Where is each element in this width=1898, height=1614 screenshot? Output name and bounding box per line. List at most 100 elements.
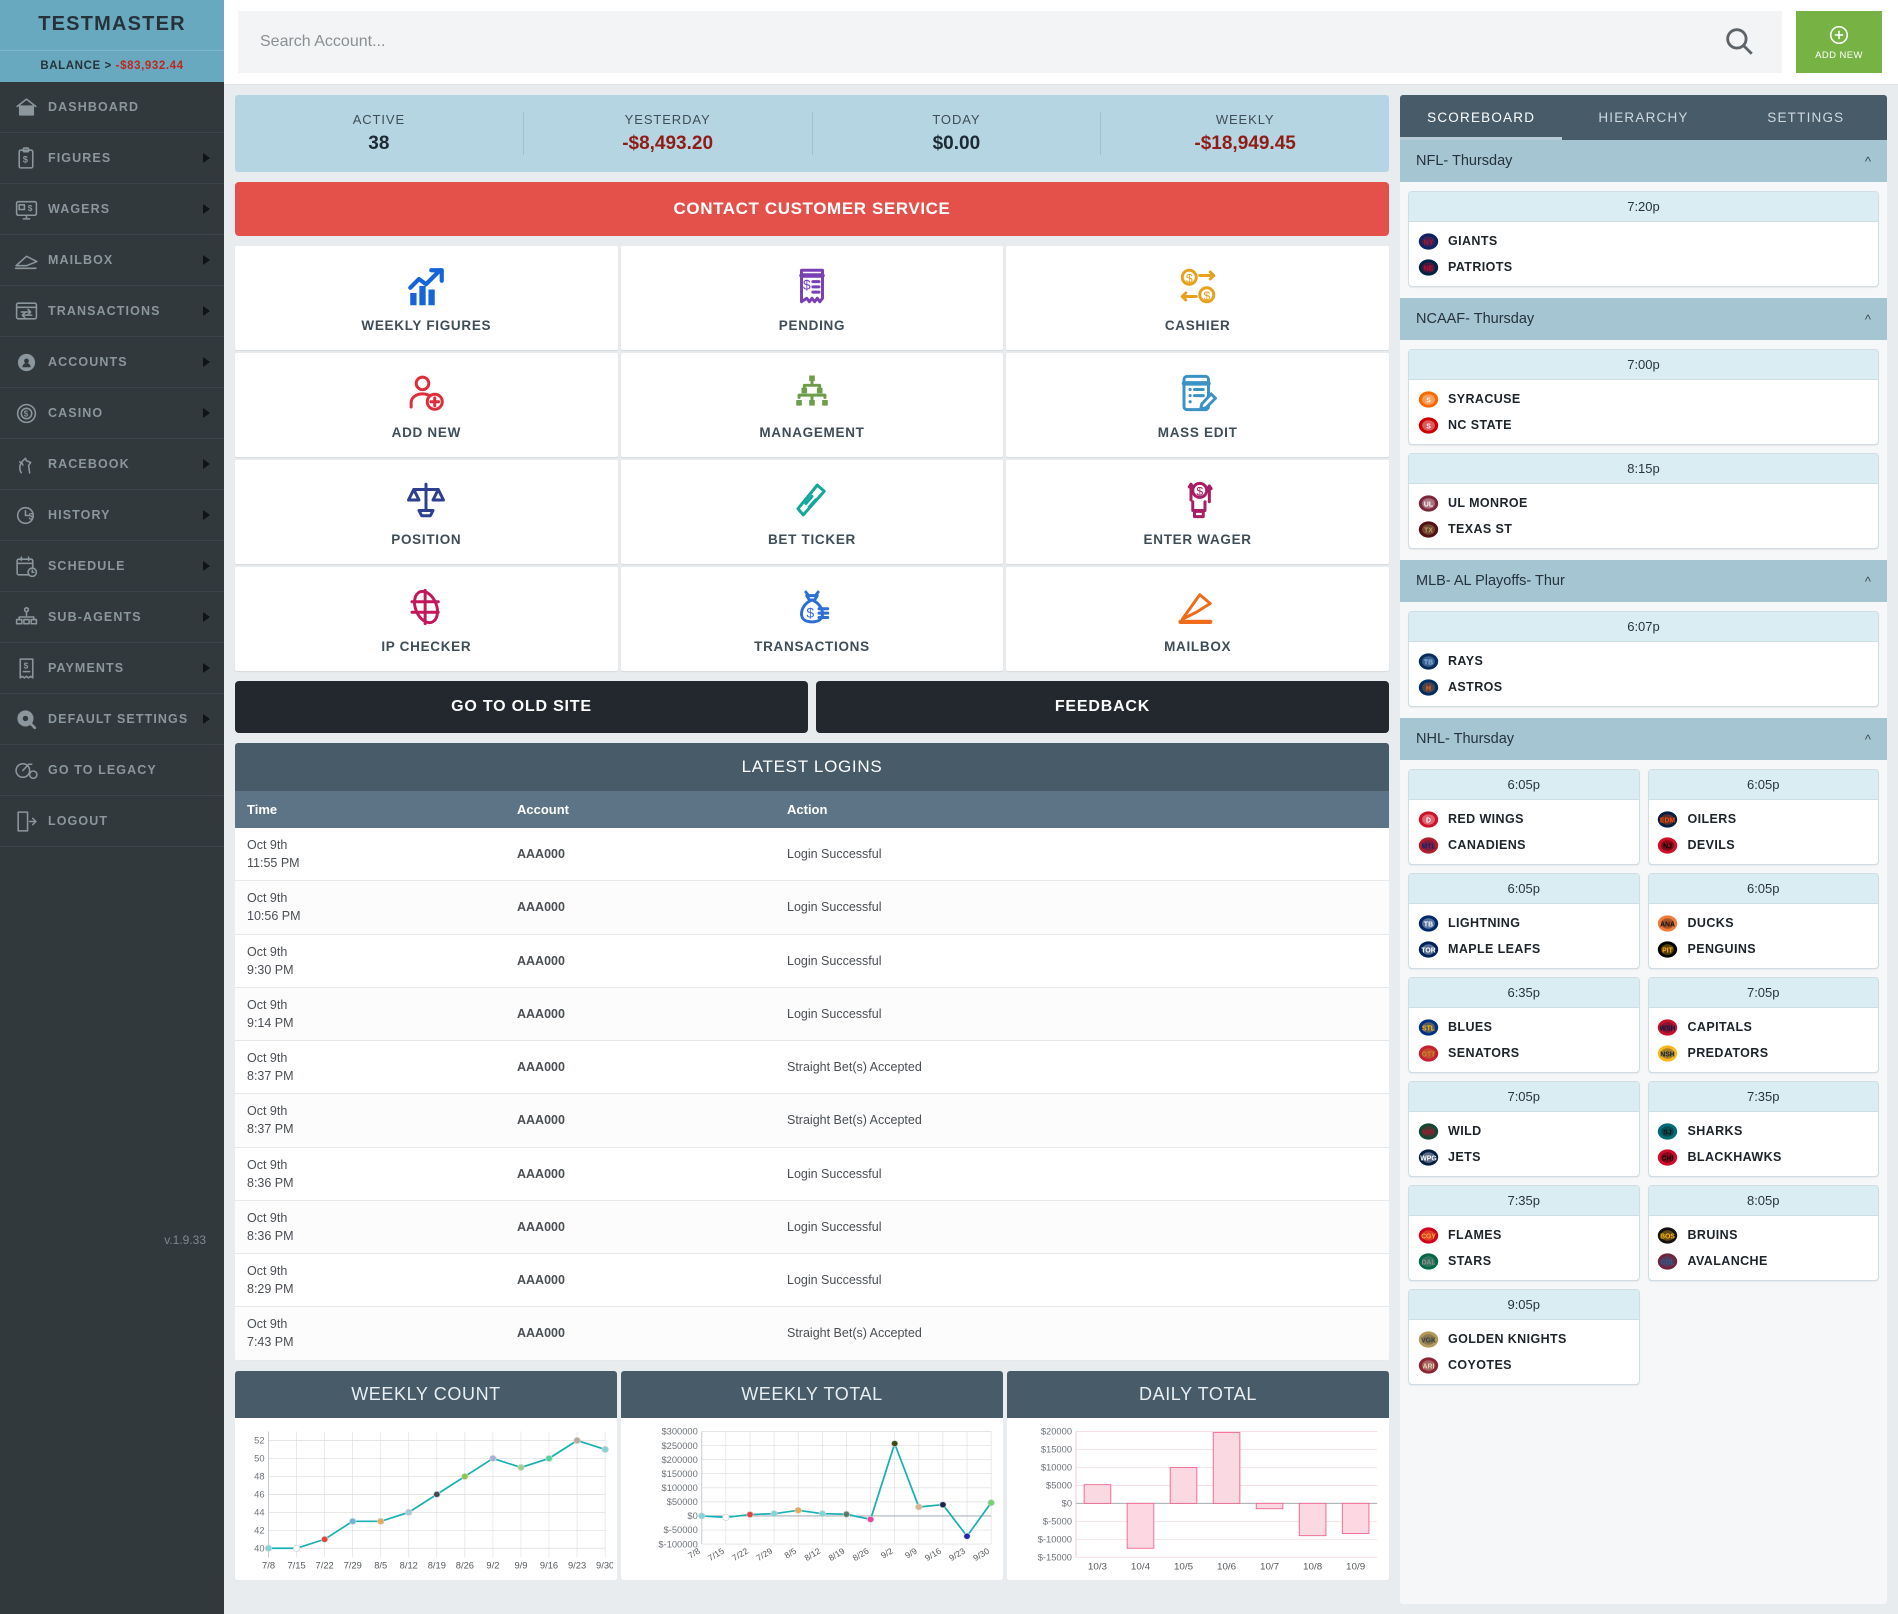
tab-settings[interactable]: SETTINGS — [1725, 95, 1887, 140]
svg-text:$-10000: $-10000 — [1038, 1534, 1072, 1544]
table-row[interactable]: Oct 9th 8:36 PM AAA000 Login Successful — [235, 1200, 1389, 1255]
svg-text:$50000: $50000 — [667, 1497, 698, 1507]
svg-text:9/2: 9/2 — [486, 1560, 499, 1570]
svg-text:$-5000: $-5000 — [1043, 1516, 1072, 1526]
table-row[interactable]: Oct 9th 8:29 PM AAA000 Login Successful — [235, 1253, 1389, 1308]
svg-text:EDM: EDM — [1660, 817, 1676, 824]
chevron-up-icon[interactable]: ^ — [1865, 312, 1871, 327]
game-card[interactable]: 7:35p SJ SHARKS CHI BLACKHAWKS — [1647, 1081, 1879, 1177]
sidebar-item-dashboard[interactable]: DASHBOARD — [0, 82, 224, 133]
quick-tile-transactions[interactable]: $ TRANSACTIONS — [620, 567, 1004, 671]
sidebar-item-schedule[interactable]: SCHEDULE — [0, 541, 224, 592]
quick-tile-add-new[interactable]: ADD NEW — [235, 353, 618, 457]
game-card[interactable]: 7:05p WSH CAPITALS NSH PREDATORS — [1647, 977, 1879, 1073]
svg-text:$: $ — [24, 409, 29, 418]
game-card[interactable]: 7:05p MIN WILD WPG JETS — [1408, 1081, 1640, 1177]
game-card[interactable]: 6:05p D RED WINGS MTL CANADIENS — [1408, 769, 1640, 865]
quick-tile-bet-ticker[interactable]: BET TICKER — [620, 460, 1004, 564]
cell-account: AAA000 — [505, 987, 775, 1042]
table-row[interactable]: Oct 9th 8:36 PM AAA000 Login Successful — [235, 1147, 1389, 1201]
table-row[interactable]: Oct 9th 9:30 PM AAA000 Login Successful — [235, 934, 1389, 988]
team-list: WSH CAPITALS NSH PREDATORS — [1649, 1008, 1879, 1072]
game-card[interactable]: 6:05p TB LIGHTNING TOR MAPLE LEAFS — [1408, 873, 1640, 969]
add-new-button[interactable]: ADD NEW — [1796, 11, 1882, 73]
search-input[interactable] — [260, 33, 1718, 51]
sidebar-item-transactions[interactable]: TRANSACTIONS — [0, 286, 224, 337]
quick-tile-management[interactable]: MANAGEMENT — [620, 353, 1004, 457]
quick-tile-weekly-figures[interactable]: WEEKLY FIGURES — [235, 246, 618, 350]
team-name: NC STATE — [1448, 418, 1512, 432]
svg-text:7/29: 7/29 — [754, 1545, 774, 1562]
game-card[interactable]: 6:05p ANA DUCKS PIT PENGUINS — [1647, 873, 1879, 969]
game-card[interactable]: 9:05p VGK GOLDEN KNIGHTS ARI COYOTES — [1408, 1289, 1640, 1385]
table-row[interactable]: Oct 9th 10:56 PM AAA000 Login Successful — [235, 880, 1389, 935]
sidebar-item-logout[interactable]: LOGOUT — [0, 796, 224, 847]
sidebar-item-payments[interactable]: $ PAYMENTS — [0, 643, 224, 694]
login-time: 10:56 PM — [247, 909, 301, 924]
sidebar-item-accounts[interactable]: ACCOUNTS — [0, 337, 224, 388]
game-card[interactable]: 7:35p CGY FLAMES DAL STARS — [1408, 1185, 1640, 1281]
quick-tile-pending[interactable]: $ PENDING — [620, 246, 1004, 350]
quick-tile-position[interactable]: POSITION — [235, 460, 618, 564]
sidebar-item-label: ACCOUNTS — [48, 355, 128, 369]
quick-tile-mass-edit[interactable]: MASS EDIT — [1006, 353, 1389, 457]
game-card[interactable]: 6:05p EDM OILERS NJ DEVILS — [1647, 769, 1879, 865]
chevron-up-icon[interactable]: ^ — [1865, 732, 1871, 747]
table-row[interactable]: Oct 9th 11:55 PM AAA000 Login Successful — [235, 828, 1389, 882]
tab-scoreboard[interactable]: SCOREBOARD — [1400, 95, 1563, 140]
chart-plot: $-15000 $-10000 $-5000 $0 $5000 $10000 $15000 $… — [1007, 1418, 1389, 1580]
team-row: WPG JETS — [1417, 1144, 1635, 1170]
sidebar-item-figures[interactable]: $ FIGURES — [0, 133, 224, 184]
stat-value: -$18,949.45 — [1194, 133, 1296, 154]
team-list: S SYRACUSE S NC STATE — [1409, 380, 1878, 444]
cell-action: Login Successful — [775, 828, 1389, 882]
quick-tile-mailbox[interactable]: MAILBOX — [1006, 567, 1389, 671]
sidebar-item-mailbox[interactable]: MAILBOX — [0, 235, 224, 286]
team-name: PATRIOTS — [1448, 260, 1513, 274]
contact-customer-service-button[interactable]: CONTACT CUSTOMER SERVICE — [235, 182, 1389, 236]
quick-tile-cashier[interactable]: $ $ CASHIER — [1006, 246, 1389, 350]
sidebar-item-sub-agents[interactable]: SUB-AGENTS — [0, 592, 224, 643]
go-to-old-site-button[interactable]: GO TO OLD SITE — [235, 681, 808, 733]
quick-tile-ip-checker[interactable]: IP CHECKER — [235, 567, 618, 671]
sidebar-item-racebook[interactable]: RACEBOOK — [0, 439, 224, 490]
league-header-nhl-thursday[interactable]: NHL- Thursday ^ — [1400, 718, 1887, 760]
sidebar-item-default-settings[interactable]: DEFAULT SETTINGS — [0, 694, 224, 745]
game-card[interactable]: 6:07p TB RAYS H ASTROS — [1408, 611, 1879, 707]
sidebar-item-wagers[interactable]: $ WAGERS — [0, 184, 224, 235]
game-card[interactable]: 8:05p BOS BRUINS COL AVALANCHE — [1647, 1185, 1879, 1281]
chevron-up-icon[interactable]: ^ — [1865, 574, 1871, 589]
team-row: S SYRACUSE — [1417, 386, 1874, 412]
scoreboard-list[interactable]: NFL- Thursday ^ 7:20p NY GIANTS NE PATRIOTS NCA… — [1400, 140, 1887, 1604]
league-header-nfl-thursday[interactable]: NFL- Thursday ^ — [1400, 140, 1887, 182]
game-card[interactable]: 7:00p S SYRACUSE S NC STATE — [1408, 349, 1879, 445]
table-row[interactable]: Oct 9th 7:43 PM AAA000 Straight Bet(s) Acce… — [235, 1306, 1389, 1361]
svg-text:44: 44 — [254, 1507, 264, 1517]
league-header-ncaaf-thursday[interactable]: NCAAF- Thursday ^ — [1400, 298, 1887, 340]
chevron-up-icon[interactable]: ^ — [1865, 154, 1871, 169]
team-row: NY GIANTS — [1417, 228, 1874, 254]
table-row[interactable]: Oct 9th 8:37 PM AAA000 Straight Bet(s) Acce… — [235, 1093, 1389, 1148]
league-header-mlb-al-playoffs-thur[interactable]: MLB- AL Playoffs- Thur ^ — [1400, 560, 1887, 602]
login-date: Oct 9th — [247, 944, 288, 959]
devils-logo: NJ — [1657, 835, 1679, 855]
search-button[interactable] — [1718, 24, 1760, 61]
tab-hierarchy[interactable]: HIERARCHY — [1562, 95, 1724, 140]
game-card[interactable]: 8:15p UL UL MONROE TX TEXAS ST — [1408, 453, 1879, 549]
feedback-button[interactable]: FEEDBACK — [816, 681, 1389, 733]
sidebar-item-history[interactable]: $ HISTORY — [0, 490, 224, 541]
team-list: UL UL MONROE TX TEXAS ST — [1409, 484, 1878, 548]
quick-tile-label: MAILBOX — [1164, 639, 1232, 654]
table-row[interactable]: Oct 9th 9:14 PM AAA000 Login Successful — [235, 987, 1389, 1042]
svg-text:10/6: 10/6 — [1217, 1561, 1236, 1572]
table-row[interactable]: Oct 9th 8:37 PM AAA000 Straight Bet(s) Acce… — [235, 1040, 1389, 1095]
quick-tile-enter-wager[interactable]: $ ENTER WAGER — [1006, 460, 1389, 564]
table-header-row: Time Account Action — [235, 791, 1389, 828]
svg-text:$250000: $250000 — [661, 1440, 697, 1450]
game-card[interactable]: 6:35p STL BLUES OTT SENATORS — [1408, 977, 1640, 1073]
svg-text:7/22: 7/22 — [316, 1560, 334, 1570]
game-card[interactable]: 7:20p NY GIANTS NE PATRIOTS — [1408, 191, 1879, 287]
sidebar-item-casino[interactable]: $ CASINO — [0, 388, 224, 439]
sidebar-item-go-to-legacy[interactable]: GO TO LEGACY — [0, 745, 224, 796]
search-container — [238, 11, 1782, 73]
